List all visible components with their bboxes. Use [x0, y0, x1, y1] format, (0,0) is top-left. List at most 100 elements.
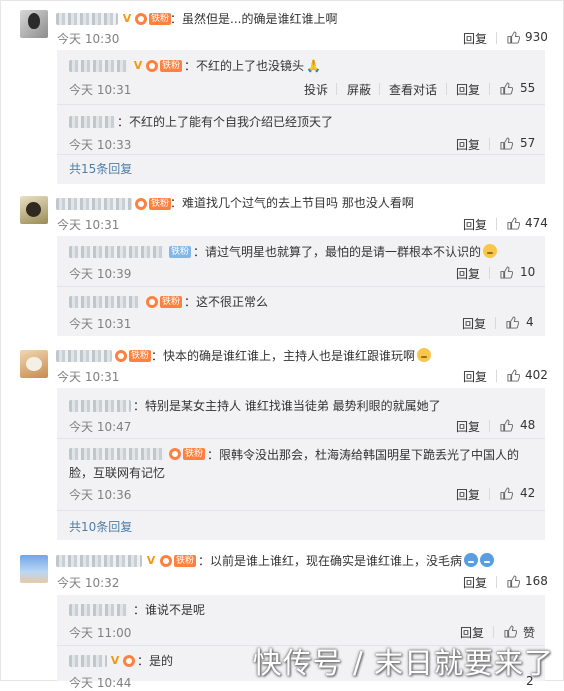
reply-time: 今天 10:44	[69, 676, 132, 690]
reply-text: ：特别是某女主持人 谁红找谁当徒弟 最势利眼的就属她了	[133, 399, 441, 413]
divider	[489, 488, 490, 500]
username-blurred[interactable]	[56, 555, 142, 567]
divider	[496, 32, 497, 44]
thumbs-up-icon[interactable]	[507, 217, 520, 230]
reply-button[interactable]: 回复	[463, 30, 487, 47]
comment-time: 今天 10:30	[57, 32, 120, 46]
report-button[interactable]: 投诉	[304, 81, 328, 98]
thumbs-up-icon[interactable]	[507, 31, 520, 44]
comment-text: ：快本的确是谁红谁上，主持人也是谁红跟谁玩啊	[151, 348, 432, 364]
reply-button[interactable]: 回复	[463, 574, 487, 591]
level-icon	[135, 198, 147, 210]
username-blurred[interactable]	[69, 400, 131, 412]
view-conversation-button[interactable]: 查看对话	[389, 81, 437, 98]
level-icon	[160, 555, 172, 567]
fan-badge: 铁粉	[149, 13, 172, 25]
reply-button[interactable]: 回复	[456, 418, 480, 435]
divider	[489, 267, 490, 279]
username-blurred[interactable]	[56, 198, 132, 210]
username-blurred[interactable]	[69, 604, 129, 616]
avatar[interactable]	[20, 196, 48, 224]
reply-button[interactable]: 回复	[456, 265, 480, 282]
verified-v-icon: V	[122, 12, 132, 25]
reply-time: 今天 11:00	[69, 626, 132, 640]
like-count: 168	[525, 574, 548, 588]
avatar[interactable]	[20, 10, 48, 38]
like-count: 402	[525, 368, 548, 382]
reply-text: ：不红的上了能有个自我介绍已经顶天了	[117, 115, 334, 129]
divider	[336, 83, 337, 95]
comment-time: 今天 10:31	[57, 218, 120, 232]
comment-time: 今天 10:32	[57, 576, 120, 590]
comment-text: ：难道找几个过气的去上节目吗 那也没人看啊	[170, 196, 414, 210]
comment-item: 铁粉 ：难道找几个过气的去上节目吗 那也没人看啊 今天 10:31 回复 474…	[0, 196, 564, 336]
divider	[57, 438, 545, 439]
username-blurred[interactable]	[69, 116, 115, 128]
doge-emoji-icon	[480, 553, 495, 567]
thumbs-up-icon[interactable]	[500, 82, 513, 95]
thumbs-up-icon[interactable]	[506, 316, 519, 329]
comment-time: 今天 10:31	[57, 370, 120, 384]
divider	[489, 420, 490, 432]
like-label[interactable]: 赞	[523, 624, 535, 641]
comment-item: V 铁粉 ：虽然但是...的确是谁红谁上啊 今天 10:30 回复 930 V …	[0, 10, 564, 184]
reply-button[interactable]: 回复	[456, 136, 480, 153]
reply-text: ：不红的上了也没镜头 🙏	[184, 58, 321, 74]
reply-list: 铁粉 ：请过气明星也就算了，最怕的是请一群根本不认识的 今天 10:39 回复 …	[57, 236, 545, 336]
avatar[interactable]	[20, 555, 48, 583]
more-replies-link[interactable]: 共15条回复	[69, 160, 132, 177]
username-blurred[interactable]	[69, 246, 165, 258]
divider	[496, 218, 497, 230]
like-count: 930	[525, 30, 548, 44]
thumbs-up-icon[interactable]	[500, 266, 513, 279]
username-blurred[interactable]	[69, 296, 141, 308]
avatar[interactable]	[20, 350, 48, 378]
like-count: 57	[520, 136, 536, 150]
like-count: 4	[526, 315, 534, 329]
smile-emoji-icon	[417, 348, 432, 362]
block-button[interactable]: 屏蔽	[347, 81, 371, 98]
divider	[57, 154, 545, 155]
divider	[57, 104, 545, 105]
smile-emoji-icon	[483, 244, 498, 258]
reply-time: 今天 10:39	[69, 267, 132, 281]
reply-text: ：谁说不是呢	[133, 603, 206, 617]
thumbs-up-icon[interactable]	[500, 419, 513, 432]
reply-button[interactable]: 回复	[456, 81, 480, 98]
fan-badge: 铁粉	[160, 60, 183, 72]
username-blurred[interactable]	[56, 13, 118, 25]
username-blurred[interactable]	[69, 60, 129, 72]
pray-emoji-icon: 🙏	[306, 59, 321, 73]
reply-button[interactable]: 回复	[462, 315, 486, 332]
reply-button[interactable]: 回复	[463, 368, 487, 385]
reply-text: ：这不很正常么	[184, 295, 269, 309]
reply-button[interactable]: 回复	[460, 624, 484, 641]
divider	[57, 510, 545, 511]
level-icon	[123, 655, 135, 667]
thumbs-up-icon[interactable]	[500, 137, 513, 150]
reply-list: V 铁粉 ：不红的上了也没镜头 🙏 今天 10:31 投诉 屏蔽 查看对话 回复 …	[57, 50, 545, 184]
thumbs-up-icon[interactable]	[504, 625, 517, 638]
like-count: 48	[520, 418, 536, 432]
divider	[496, 370, 497, 382]
like-count: 10	[520, 265, 536, 279]
reply-button[interactable]: 回复	[456, 486, 480, 503]
thumbs-up-icon[interactable]	[500, 487, 513, 500]
fan-badge: 铁粉	[160, 296, 183, 308]
reply-time: 今天 10:31	[69, 317, 132, 331]
level-icon	[135, 13, 147, 25]
username-blurred[interactable]	[69, 655, 107, 667]
comment-text-content: ：快本的确是谁红谁上，主持人也是谁红跟谁玩啊	[151, 349, 416, 363]
reply-text-content: ：不红的上了也没镜头	[184, 59, 305, 73]
thumbs-up-icon[interactable]	[507, 575, 520, 588]
thumbs-up-icon[interactable]	[507, 369, 520, 382]
more-replies-link[interactable]: 共10条回复	[69, 518, 132, 535]
divider	[495, 317, 496, 329]
reply-text: ：是的	[137, 654, 174, 668]
divider	[489, 138, 490, 150]
username-blurred[interactable]	[56, 350, 112, 362]
comment-text-content: ：以前是谁上谁红，现在确实是谁红谁上，没毛病	[198, 554, 463, 568]
divider	[379, 83, 380, 95]
comment-text: ：虽然但是...的确是谁红谁上啊	[170, 12, 338, 26]
reply-button[interactable]: 回复	[463, 216, 487, 233]
